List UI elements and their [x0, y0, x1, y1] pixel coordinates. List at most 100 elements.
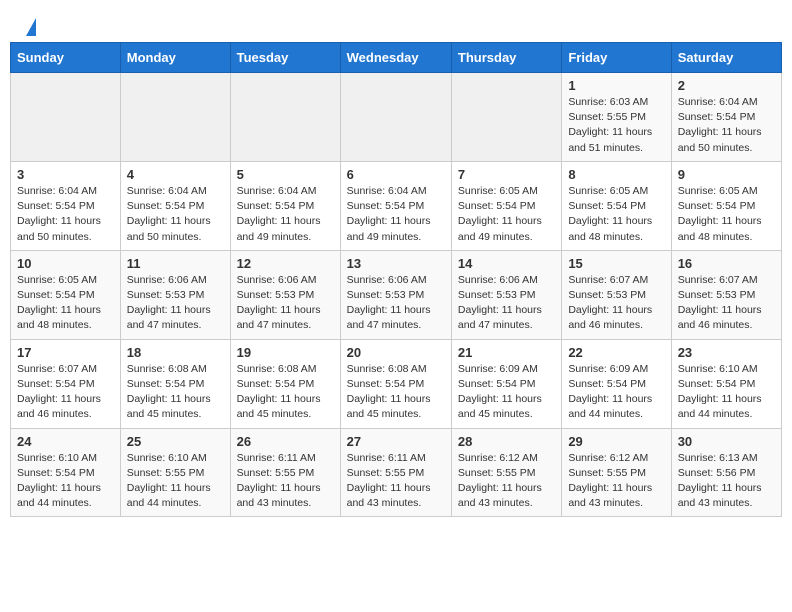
- day-number: 23: [678, 345, 775, 360]
- day-number: 19: [237, 345, 334, 360]
- calendar-day-cell: 26 Sunrise: 6:11 AM Sunset: 5:55 PM Dayli…: [230, 428, 340, 517]
- day-number: 29: [568, 434, 664, 449]
- calendar-day-cell: 16Sunrise: 6:07 AM Sunset: 5:53 PM Dayli…: [671, 250, 781, 339]
- day-info: Sunrise: 6:08 AM Sunset: 5:54 PM Dayligh…: [347, 362, 445, 423]
- day-info: Sunrise: 6:05 AM Sunset: 5:54 PM Dayligh…: [458, 184, 555, 245]
- logo: [24, 18, 36, 34]
- calendar-day-cell: 21 Sunrise: 6:09 AM Sunset: 5:54 PM Dayli…: [451, 339, 561, 428]
- calendar-wrapper: SundayMondayTuesdayWednesdayThursdayFrid…: [0, 42, 792, 527]
- day-number: 21: [458, 345, 555, 360]
- calendar-day-cell: 3 Sunrise: 6:04 AM Sunset: 5:54 PM Daylig…: [11, 161, 121, 250]
- day-of-week-header: Wednesday: [340, 43, 451, 73]
- calendar-day-cell: 29Sunrise: 6:12 AM Sunset: 5:55 PM Dayli…: [562, 428, 671, 517]
- day-info: Sunrise: 6:11 AM Sunset: 5:55 PM Dayligh…: [347, 451, 445, 512]
- day-number: 2: [678, 78, 775, 93]
- day-info: Sunrise: 6:08 AM Sunset: 5:54 PM Dayligh…: [127, 362, 224, 423]
- calendar-day-cell: 24 Sunrise: 6:10 AM Sunset: 5:54 PM Dayli…: [11, 428, 121, 517]
- calendar-day-cell: 22 Sunrise: 6:09 AM Sunset: 5:54 PM Dayli…: [562, 339, 671, 428]
- calendar-day-cell: 2 Sunrise: 6:04 AM Sunset: 5:54 PM Daylig…: [671, 73, 781, 162]
- days-of-week-row: SundayMondayTuesdayWednesdayThursdayFrid…: [11, 43, 782, 73]
- day-of-week-header: Tuesday: [230, 43, 340, 73]
- calendar-day-cell: 4 Sunrise: 6:04 AM Sunset: 5:54 PM Daylig…: [120, 161, 230, 250]
- day-number: 17: [17, 345, 114, 360]
- day-number: 18: [127, 345, 224, 360]
- day-number: 3: [17, 167, 114, 182]
- day-info: Sunrise: 6:07 AM Sunset: 5:53 PM Dayligh…: [678, 273, 775, 334]
- day-info: Sunrise: 6:06 AM Sunset: 5:53 PM Dayligh…: [347, 273, 445, 334]
- calendar-day-cell: 5Sunrise: 6:04 AM Sunset: 5:54 PM Daylig…: [230, 161, 340, 250]
- calendar-week-row: 10 Sunrise: 6:05 AM Sunset: 5:54 PM Dayli…: [11, 250, 782, 339]
- calendar-day-cell: 17Sunrise: 6:07 AM Sunset: 5:54 PM Dayli…: [11, 339, 121, 428]
- calendar-day-cell: 28 Sunrise: 6:12 AM Sunset: 5:55 PM Dayli…: [451, 428, 561, 517]
- day-number: 30: [678, 434, 775, 449]
- day-info: Sunrise: 6:10 AM Sunset: 5:55 PM Dayligh…: [127, 451, 224, 512]
- day-of-week-header: Friday: [562, 43, 671, 73]
- day-number: 9: [678, 167, 775, 182]
- day-number: 10: [17, 256, 114, 271]
- calendar-week-row: 3 Sunrise: 6:04 AM Sunset: 5:54 PM Daylig…: [11, 161, 782, 250]
- day-info: Sunrise: 6:05 AM Sunset: 5:54 PM Dayligh…: [17, 273, 114, 334]
- day-number: 20: [347, 345, 445, 360]
- day-of-week-header: Sunday: [11, 43, 121, 73]
- day-number: 7: [458, 167, 555, 182]
- day-number: 27: [347, 434, 445, 449]
- calendar-day-cell: 6Sunrise: 6:04 AM Sunset: 5:54 PM Daylig…: [340, 161, 451, 250]
- day-info: Sunrise: 6:09 AM Sunset: 5:54 PM Dayligh…: [568, 362, 664, 423]
- day-info: Sunrise: 6:03 AM Sunset: 5:55 PM Dayligh…: [568, 95, 664, 156]
- calendar-day-cell: 19 Sunrise: 6:08 AM Sunset: 5:54 PM Dayli…: [230, 339, 340, 428]
- day-number: 4: [127, 167, 224, 182]
- calendar-day-cell: 20 Sunrise: 6:08 AM Sunset: 5:54 PM Dayli…: [340, 339, 451, 428]
- day-number: 15: [568, 256, 664, 271]
- calendar-day-cell: [451, 73, 561, 162]
- day-info: Sunrise: 6:04 AM Sunset: 5:54 PM Dayligh…: [127, 184, 224, 245]
- day-info: Sunrise: 6:06 AM Sunset: 5:53 PM Dayligh…: [237, 273, 334, 334]
- day-number: 11: [127, 256, 224, 271]
- day-of-week-header: Monday: [120, 43, 230, 73]
- day-number: 28: [458, 434, 555, 449]
- day-info: Sunrise: 6:10 AM Sunset: 5:54 PM Dayligh…: [17, 451, 114, 512]
- calendar-week-row: 24 Sunrise: 6:10 AM Sunset: 5:54 PM Dayli…: [11, 428, 782, 517]
- day-number: 14: [458, 256, 555, 271]
- calendar-body: 1 Sunrise: 6:03 AM Sunset: 5:55 PM Daylig…: [11, 73, 782, 517]
- logo-triangle-icon: [26, 18, 36, 36]
- day-number: 22: [568, 345, 664, 360]
- calendar-day-cell: [340, 73, 451, 162]
- calendar-day-cell: 27 Sunrise: 6:11 AM Sunset: 5:55 PM Dayli…: [340, 428, 451, 517]
- calendar-day-cell: 15 Sunrise: 6:07 AM Sunset: 5:53 PM Dayli…: [562, 250, 671, 339]
- day-info: Sunrise: 6:04 AM Sunset: 5:54 PM Dayligh…: [237, 184, 334, 245]
- day-number: 12: [237, 256, 334, 271]
- day-info: Sunrise: 6:04 AM Sunset: 5:54 PM Dayligh…: [678, 95, 775, 156]
- day-number: 25: [127, 434, 224, 449]
- day-info: Sunrise: 6:06 AM Sunset: 5:53 PM Dayligh…: [458, 273, 555, 334]
- calendar-day-cell: 30 Sunrise: 6:13 AM Sunset: 5:56 PM Dayli…: [671, 428, 781, 517]
- day-info: Sunrise: 6:09 AM Sunset: 5:54 PM Dayligh…: [458, 362, 555, 423]
- day-info: Sunrise: 6:13 AM Sunset: 5:56 PM Dayligh…: [678, 451, 775, 512]
- day-info: Sunrise: 6:05 AM Sunset: 5:54 PM Dayligh…: [568, 184, 664, 245]
- day-number: 1: [568, 78, 664, 93]
- calendar-table: SundayMondayTuesdayWednesdayThursdayFrid…: [10, 42, 782, 517]
- calendar-day-cell: 1 Sunrise: 6:03 AM Sunset: 5:55 PM Daylig…: [562, 73, 671, 162]
- day-info: Sunrise: 6:11 AM Sunset: 5:55 PM Dayligh…: [237, 451, 334, 512]
- calendar-day-cell: 9Sunrise: 6:05 AM Sunset: 5:54 PM Daylig…: [671, 161, 781, 250]
- page-header: [0, 0, 792, 42]
- day-info: Sunrise: 6:06 AM Sunset: 5:53 PM Dayligh…: [127, 273, 224, 334]
- calendar-day-cell: 7 Sunrise: 6:05 AM Sunset: 5:54 PM Daylig…: [451, 161, 561, 250]
- day-info: Sunrise: 6:07 AM Sunset: 5:53 PM Dayligh…: [568, 273, 664, 334]
- calendar-day-cell: 25 Sunrise: 6:10 AM Sunset: 5:55 PM Dayli…: [120, 428, 230, 517]
- day-number: 26: [237, 434, 334, 449]
- calendar-day-cell: [230, 73, 340, 162]
- day-info: Sunrise: 6:04 AM Sunset: 5:54 PM Dayligh…: [17, 184, 114, 245]
- calendar-day-cell: [11, 73, 121, 162]
- day-info: Sunrise: 6:08 AM Sunset: 5:54 PM Dayligh…: [237, 362, 334, 423]
- day-of-week-header: Saturday: [671, 43, 781, 73]
- day-number: 13: [347, 256, 445, 271]
- calendar-day-cell: 12 Sunrise: 6:06 AM Sunset: 5:53 PM Dayli…: [230, 250, 340, 339]
- day-number: 24: [17, 434, 114, 449]
- calendar-day-cell: 10 Sunrise: 6:05 AM Sunset: 5:54 PM Dayli…: [11, 250, 121, 339]
- day-info: Sunrise: 6:12 AM Sunset: 5:55 PM Dayligh…: [458, 451, 555, 512]
- day-number: 6: [347, 167, 445, 182]
- calendar-day-cell: 13 Sunrise: 6:06 AM Sunset: 5:53 PM Dayli…: [340, 250, 451, 339]
- calendar-day-cell: 23Sunrise: 6:10 AM Sunset: 5:54 PM Dayli…: [671, 339, 781, 428]
- calendar-day-cell: [120, 73, 230, 162]
- calendar-day-cell: 18 Sunrise: 6:08 AM Sunset: 5:54 PM Dayli…: [120, 339, 230, 428]
